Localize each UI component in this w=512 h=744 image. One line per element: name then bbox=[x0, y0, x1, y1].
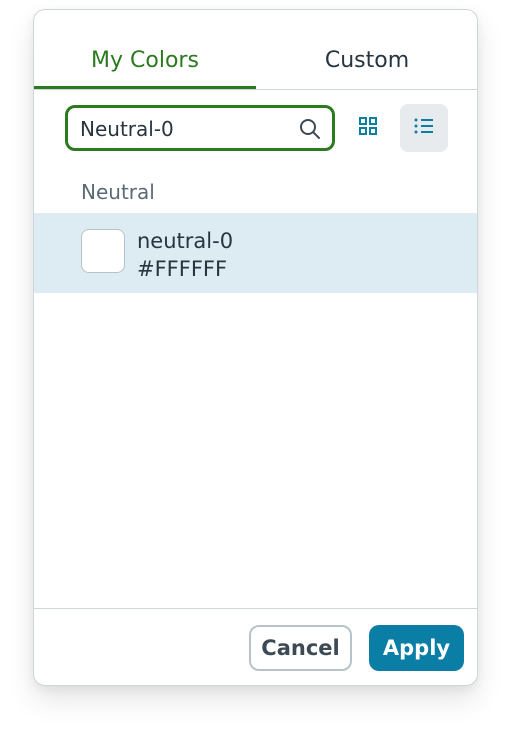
tab-bar: My Colors Custom bbox=[34, 10, 477, 90]
grid-view-button[interactable] bbox=[344, 104, 392, 152]
color-hex: #FFFFFF bbox=[137, 257, 228, 281]
search-icon[interactable] bbox=[298, 117, 322, 141]
color-swatch bbox=[81, 229, 125, 273]
tab-my-colors[interactable]: My Colors bbox=[34, 48, 256, 73]
color-list-item[interactable]: neutral-0 #FFFFFF bbox=[34, 213, 477, 293]
cancel-button[interactable]: Cancel bbox=[249, 625, 352, 671]
color-picker-panel: My Colors Custom Neutral-0 Neutral neutr… bbox=[33, 9, 478, 686]
search-field[interactable] bbox=[65, 105, 335, 151]
search-input[interactable] bbox=[80, 116, 280, 142]
footer-divider bbox=[34, 608, 477, 609]
active-tab-indicator bbox=[34, 86, 256, 89]
color-name: neutral-0 bbox=[137, 229, 234, 253]
list-view-icon bbox=[413, 116, 435, 140]
group-label-neutral: Neutral bbox=[81, 180, 155, 204]
apply-button[interactable]: Apply bbox=[369, 625, 464, 671]
grid-view-icon bbox=[358, 116, 378, 140]
list-view-button[interactable] bbox=[400, 104, 448, 152]
tab-custom[interactable]: Custom bbox=[256, 48, 477, 73]
